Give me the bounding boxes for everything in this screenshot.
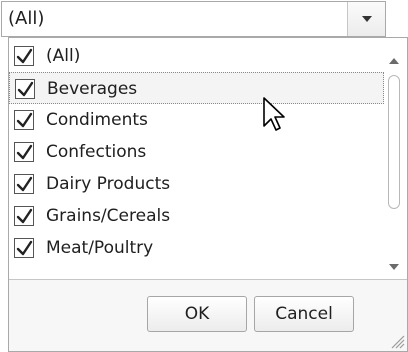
- list-item-condiments[interactable]: Condiments: [9, 104, 384, 136]
- combobox-value: (All): [8, 8, 45, 29]
- checkbox[interactable]: [14, 110, 34, 130]
- scroll-down-arrow-icon[interactable]: [389, 264, 399, 270]
- list-item-label: Dairy Products: [46, 174, 171, 194]
- scroll-up-arrow-icon[interactable]: [389, 58, 399, 64]
- mouse-pointer-icon: [263, 97, 285, 131]
- list-item-label: (All): [46, 46, 81, 66]
- list-item-confections[interactable]: Confections: [9, 136, 384, 168]
- popup-footer: OK Cancel: [9, 279, 407, 351]
- checkmark-icon: [16, 240, 33, 256]
- checkmark-icon: [16, 112, 33, 128]
- checkbox[interactable]: [14, 46, 34, 66]
- filter-popup: (All) Beverages Condiments Confections D: [8, 37, 408, 352]
- list-item-all[interactable]: (All): [9, 40, 384, 72]
- chevron-down-icon: [362, 16, 372, 22]
- checkmark-icon: [16, 48, 33, 64]
- list-item-dairy-products[interactable]: Dairy Products: [9, 168, 384, 200]
- checkbox-list[interactable]: (All) Beverages Condiments Confections D: [9, 38, 384, 279]
- list-item-meat-poultry[interactable]: Meat/Poultry: [9, 232, 384, 264]
- scrollbar-thumb[interactable]: [388, 75, 400, 209]
- checkbox[interactable]: [14, 206, 34, 226]
- checkbox[interactable]: [15, 79, 35, 99]
- checkmark-icon: [16, 176, 33, 192]
- checkbox[interactable]: [14, 142, 34, 162]
- checkbox[interactable]: [14, 174, 34, 194]
- checkbox[interactable]: [14, 238, 34, 258]
- resize-grip-icon[interactable]: [389, 333, 405, 349]
- checkmark-icon: [17, 81, 34, 97]
- list-item-label: Confections: [46, 142, 147, 162]
- vertical-scrollbar[interactable]: [384, 38, 406, 279]
- list-item-label: Condiments: [46, 110, 148, 130]
- list-item-beverages[interactable]: Beverages: [9, 72, 384, 104]
- filter-combobox[interactable]: (All): [1, 1, 386, 37]
- list-item-label: Beverages: [47, 79, 138, 99]
- list-item-label: Grains/Cereals: [46, 206, 171, 226]
- list-item-label: Meat/Poultry: [46, 238, 154, 258]
- cancel-button[interactable]: Cancel: [254, 296, 354, 332]
- checkmark-icon: [16, 144, 33, 160]
- dropdown-button[interactable]: [347, 2, 385, 36]
- checkmark-icon: [16, 208, 33, 224]
- list-item-grains-cereals[interactable]: Grains/Cereals: [9, 200, 384, 232]
- ok-button[interactable]: OK: [147, 296, 247, 332]
